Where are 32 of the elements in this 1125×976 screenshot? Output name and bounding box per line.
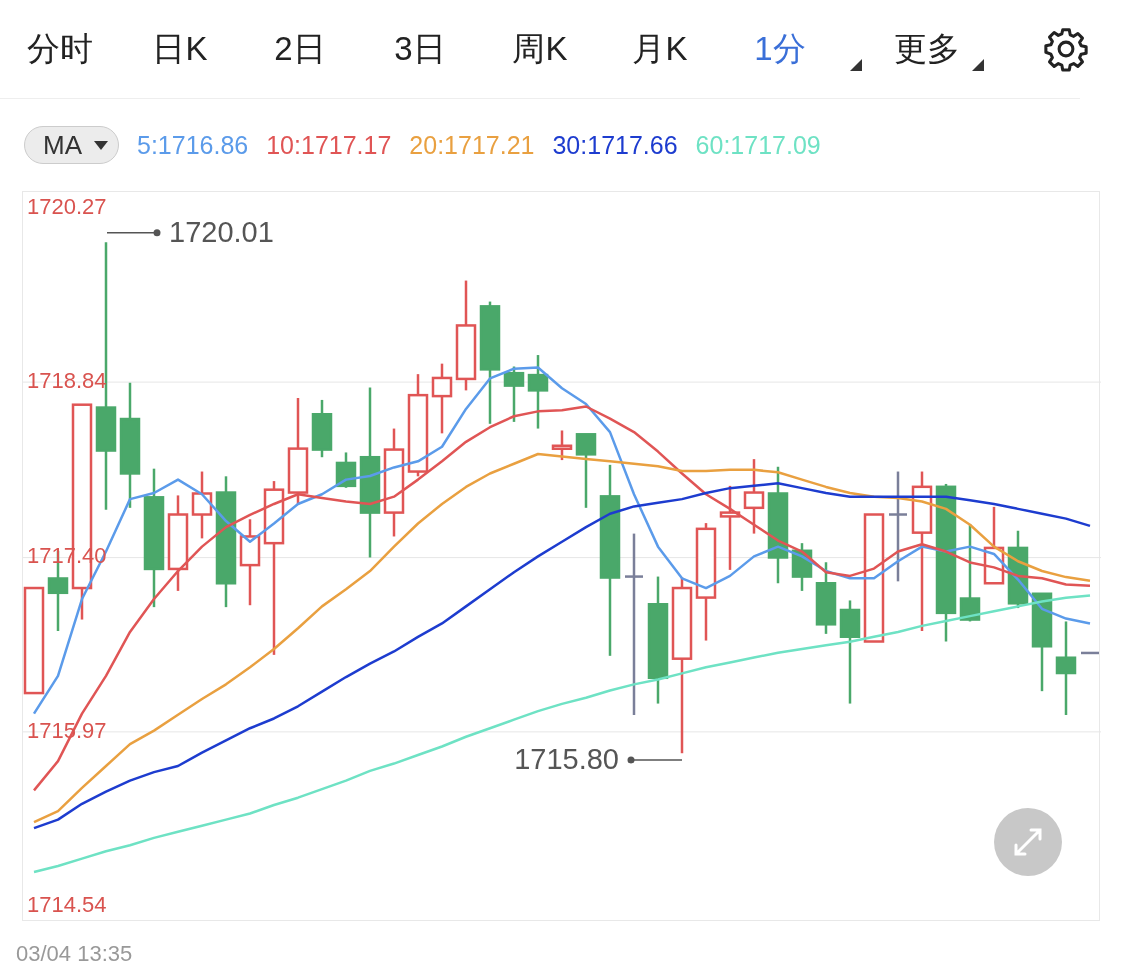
low-price-marker: 1715.80: [514, 742, 619, 775]
timestamp: 03/04 13:35: [16, 941, 134, 967]
candlestick: [503, 366, 525, 422]
candlestick: [815, 562, 837, 634]
ma-value: 20:1717.21: [409, 130, 535, 160]
ma-value: 5:1716.86: [137, 130, 249, 160]
candlestick: [551, 430, 573, 461]
candlestick: [311, 399, 333, 458]
candlestick: [335, 452, 357, 488]
leader-line: [106, 229, 161, 237]
caret-icon: [94, 140, 108, 150]
period-tab[interactable]: 更多: [860, 19, 1030, 79]
high-price-marker: 1720.01: [169, 216, 274, 249]
settings-icon[interactable]: [1043, 26, 1089, 72]
candlestick: [431, 363, 453, 434]
ma-dropdown[interactable]: MA: [24, 126, 119, 164]
price-axis-label: 1714.54: [27, 891, 107, 917]
period-tab[interactable]: 周K: [480, 19, 600, 79]
period-tab[interactable]: 日K: [120, 19, 240, 79]
candlestick: [791, 543, 813, 591]
ma-value: 10:1717.17: [266, 130, 392, 160]
period-tab[interactable]: 月K: [600, 19, 720, 79]
period-tab[interactable]: 分时: [0, 19, 120, 79]
period-tab[interactable]: 1分: [720, 19, 840, 79]
period-tab[interactable]: 3日: [360, 19, 480, 79]
leader-line: [627, 756, 683, 764]
candlestick: [191, 471, 213, 539]
ma-value: 60:1717.09: [695, 130, 821, 160]
candlestick: [1081, 651, 1099, 655]
period-tab[interactable]: 2日: [240, 19, 360, 79]
ma-value: 30:1717.66: [552, 130, 678, 160]
price-axis-label: 1720.27: [27, 193, 107, 219]
